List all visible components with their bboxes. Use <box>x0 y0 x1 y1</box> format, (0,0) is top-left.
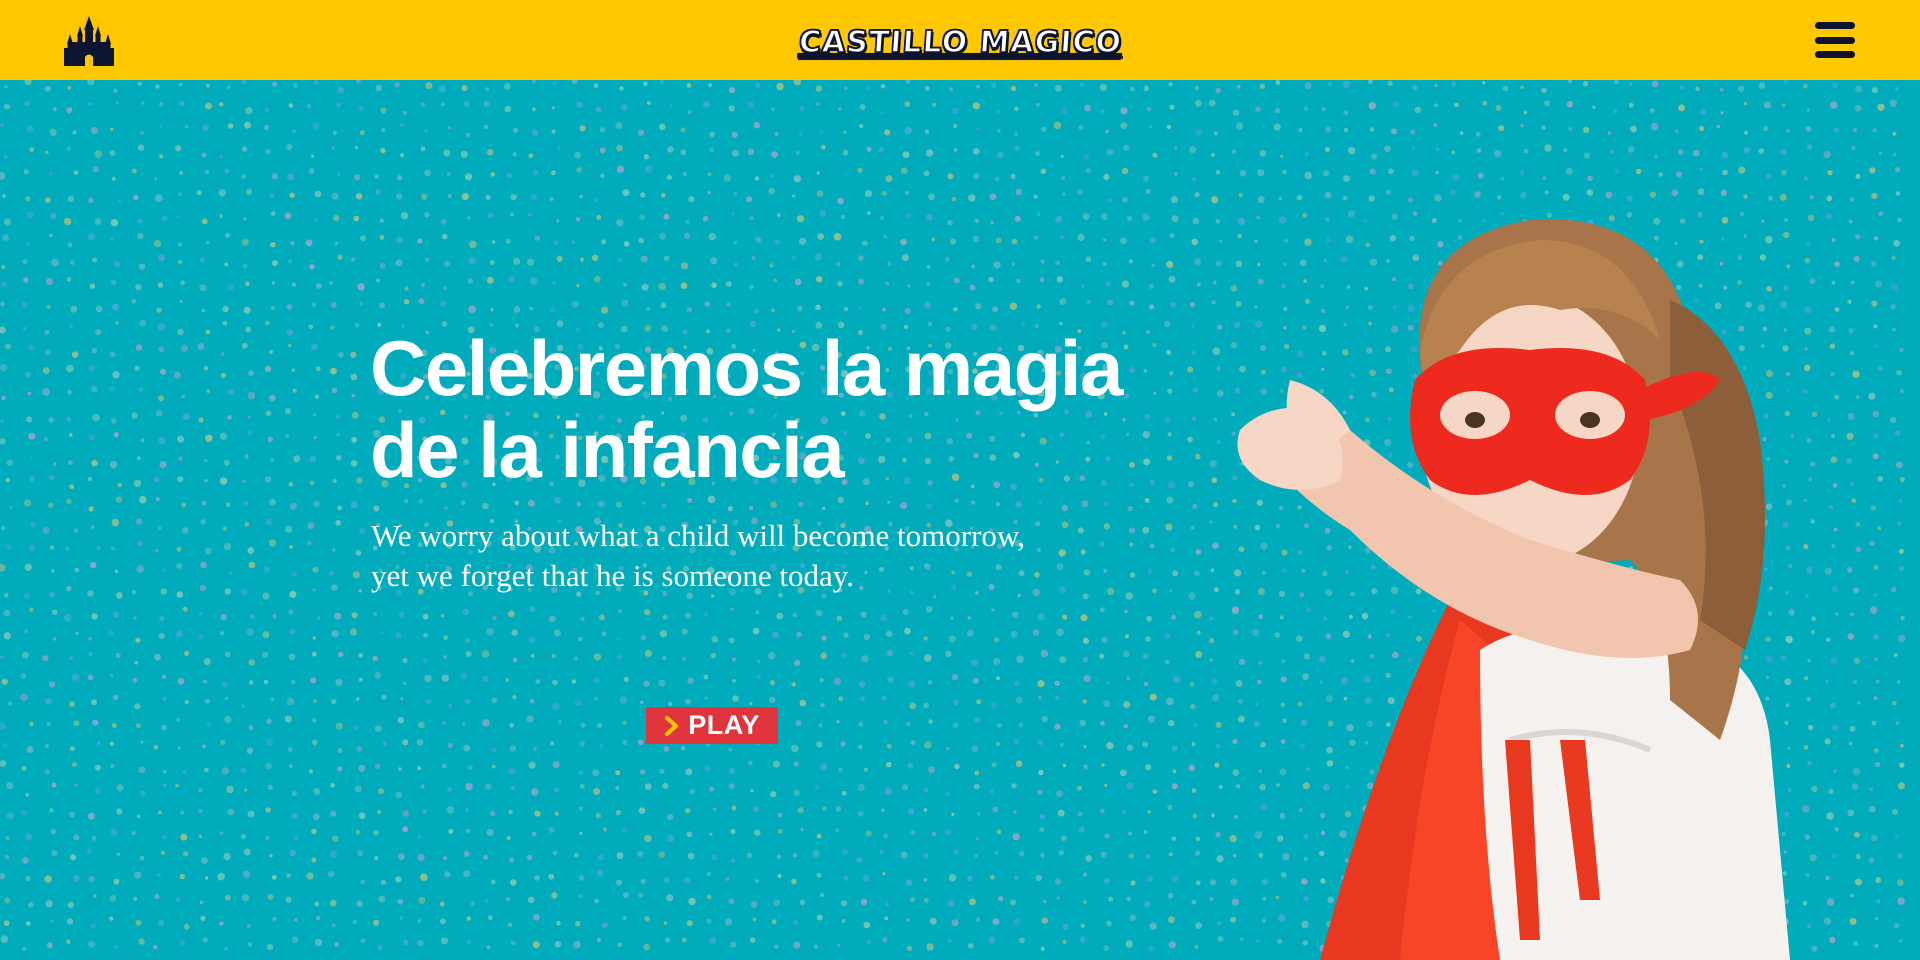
hero-title-line1: Celebremos la magia <box>370 324 1123 412</box>
hero-section: Celebremos la magia de la infancia We wo… <box>0 80 1920 960</box>
hero-title: Celebremos la magia de la infancia <box>370 327 1190 491</box>
play-label: PLAY <box>688 710 760 740</box>
castle-icon[interactable] <box>62 14 116 66</box>
site-header: CASTILLO MAGICO <box>0 0 1920 80</box>
hero-title-line2: de la infancia <box>370 406 845 494</box>
girl-superhero-photo <box>1237 219 1790 960</box>
menu-bar <box>1815 22 1855 29</box>
brand-container: CASTILLO MAGICO <box>0 0 1920 84</box>
hamburger-menu-icon[interactable] <box>1814 20 1856 60</box>
chevron-right-icon <box>665 715 679 736</box>
hero-subtitle-line1: We worry about what a child will become … <box>371 518 1026 553</box>
hero-subtitle-line2: yet we forget that he is someone today. <box>371 558 854 593</box>
menu-bar <box>1815 36 1855 44</box>
menu-bar <box>1815 51 1855 58</box>
brand-logo-text[interactable]: CASTILLO MAGICO <box>797 24 1124 61</box>
hero-subtitle: We worry about what a child will become … <box>371 516 1191 596</box>
play-button[interactable]: PLAY <box>646 707 778 744</box>
